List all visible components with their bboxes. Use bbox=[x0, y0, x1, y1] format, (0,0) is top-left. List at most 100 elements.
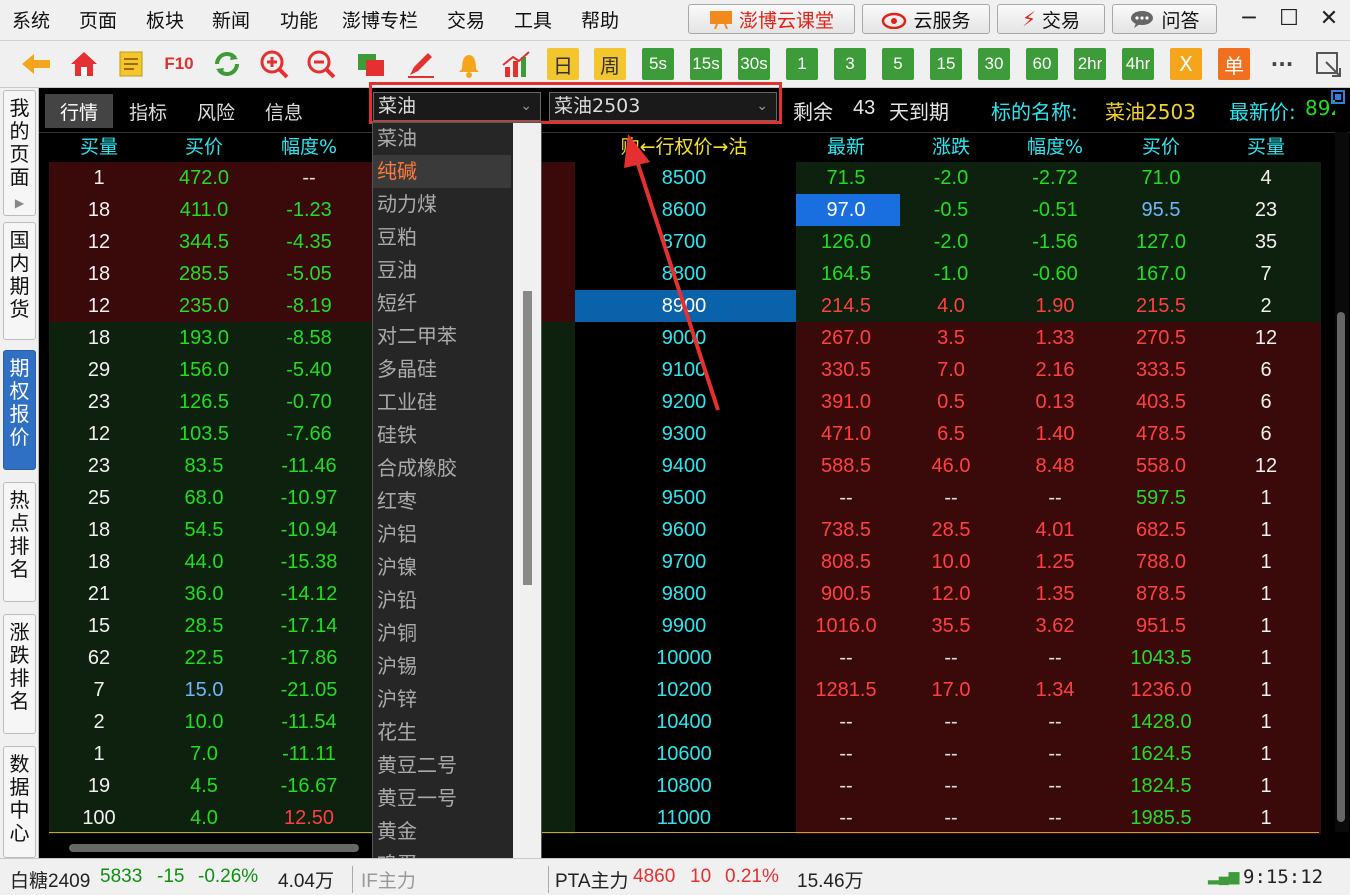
put-change-pct[interactable]: 3.62 bbox=[1005, 610, 1105, 642]
tab-change-ranking[interactable]: 涨跌排名 bbox=[3, 614, 36, 734]
put-bid-qty[interactable]: 1 bbox=[1216, 610, 1316, 642]
put-last[interactable]: 1016.0 bbox=[796, 610, 896, 642]
call-bid-price[interactable]: 10.0 bbox=[154, 706, 254, 738]
dropdown-item[interactable]: 硅铁 bbox=[377, 419, 511, 452]
call-bid-price[interactable]: 285.5 bbox=[154, 258, 254, 290]
put-change-pct[interactable]: -2.72 bbox=[1005, 162, 1105, 194]
window-icon[interactable] bbox=[355, 48, 387, 80]
put-bid-price[interactable]: 1624.5 bbox=[1109, 738, 1213, 770]
period-30s-button[interactable]: 30s bbox=[738, 48, 770, 80]
close-icon[interactable]: ✕ bbox=[1312, 4, 1346, 34]
put-bid-qty[interactable]: 23 bbox=[1216, 194, 1316, 226]
maximize-icon[interactable]: ☐ bbox=[1272, 4, 1306, 34]
dropdown-item[interactable]: 沪铜 bbox=[377, 617, 511, 650]
put-change[interactable]: 10.0 bbox=[901, 546, 1001, 578]
dropdown-item[interactable]: 红枣 bbox=[377, 485, 511, 518]
call-bid-qty[interactable]: 15 bbox=[49, 610, 149, 642]
put-last[interactable]: -- bbox=[796, 802, 896, 834]
strike-price[interactable]: 10000 bbox=[594, 642, 774, 674]
put-bid-price[interactable]: 270.5 bbox=[1109, 322, 1213, 354]
tab-my-page[interactable]: 我的页面 ▶ bbox=[3, 90, 36, 216]
put-change-pct[interactable]: 1.90 bbox=[1005, 290, 1105, 322]
put-change-pct[interactable]: 8.48 bbox=[1005, 450, 1105, 482]
refresh-icon[interactable] bbox=[211, 48, 243, 80]
call-bid-price[interactable]: 156.0 bbox=[154, 354, 254, 386]
tab-market[interactable]: 行情 bbox=[45, 94, 113, 128]
call-bid-qty[interactable]: 29 bbox=[49, 354, 149, 386]
put-last[interactable]: 1281.5 bbox=[796, 674, 896, 706]
period-week-button[interactable]: 周 bbox=[594, 48, 626, 80]
call-change-pct[interactable]: -1.23 bbox=[259, 194, 359, 226]
dropdown-item[interactable]: 豆粕 bbox=[377, 221, 511, 254]
put-change-pct[interactable]: 1.34 bbox=[1005, 674, 1105, 706]
call-bid-price[interactable]: 15.0 bbox=[154, 674, 254, 706]
trade-button[interactable]: ⚡ 交易 bbox=[997, 4, 1105, 34]
ticker-3-name[interactable]: PTA主力 bbox=[548, 866, 629, 893]
call-bid-price[interactable]: 36.0 bbox=[154, 578, 254, 610]
put-change[interactable]: 4.0 bbox=[901, 290, 1001, 322]
call-bid-price[interactable]: 472.0 bbox=[154, 162, 254, 194]
put-bid-qty[interactable]: 1 bbox=[1216, 642, 1316, 674]
put-change-pct[interactable]: -- bbox=[1005, 482, 1105, 514]
call-change-pct[interactable]: -17.14 bbox=[259, 610, 359, 642]
call-change-pct[interactable]: -11.54 bbox=[259, 706, 359, 738]
put-bid-price[interactable]: 333.5 bbox=[1109, 354, 1213, 386]
put-change[interactable]: -- bbox=[901, 802, 1001, 834]
tab-domestic-futures[interactable]: 国内期货 bbox=[3, 222, 36, 340]
put-bid-qty[interactable]: 1 bbox=[1216, 706, 1316, 738]
tab-hot-ranking[interactable]: 热点排名 bbox=[3, 482, 36, 602]
dropdown-item[interactable]: 沪锌 bbox=[377, 683, 511, 716]
zoom-in-icon[interactable] bbox=[258, 48, 290, 80]
class-button[interactable]: 澎博云课堂 bbox=[688, 4, 855, 34]
call-change-pct[interactable]: -10.97 bbox=[259, 482, 359, 514]
put-change[interactable]: 28.5 bbox=[901, 514, 1001, 546]
put-bid-price[interactable]: 1824.5 bbox=[1109, 770, 1213, 802]
dropdown-item[interactable]: 黄豆一号 bbox=[377, 782, 511, 815]
dropdown-item[interactable]: 短纤 bbox=[377, 287, 511, 320]
dropdown-scroll-thumb[interactable] bbox=[523, 291, 532, 585]
put-change[interactable]: 3.5 bbox=[901, 322, 1001, 354]
put-bid-price[interactable]: 478.5 bbox=[1109, 418, 1213, 450]
tab-indicators[interactable]: 指标 bbox=[115, 94, 181, 128]
tab-data-center[interactable]: 数据中心 bbox=[3, 746, 36, 858]
call-bid-price[interactable]: 235.0 bbox=[154, 290, 254, 322]
put-bid-qty[interactable]: 2 bbox=[1216, 290, 1316, 322]
put-bid-price[interactable]: 215.5 bbox=[1109, 290, 1213, 322]
call-change-pct[interactable]: -0.70 bbox=[259, 386, 359, 418]
call-change-pct[interactable]: -7.66 bbox=[259, 418, 359, 450]
strike-price[interactable]: 9500 bbox=[594, 482, 774, 514]
call-bid-qty[interactable]: 1 bbox=[49, 738, 149, 770]
pen-icon[interactable] bbox=[405, 48, 437, 80]
corner-box-icon[interactable] bbox=[1331, 90, 1345, 104]
tab-option-quotes[interactable]: 期权报价 bbox=[3, 350, 36, 470]
put-change-pct[interactable]: -0.51 bbox=[1005, 194, 1105, 226]
put-change-pct[interactable]: -- bbox=[1005, 738, 1105, 770]
put-last[interactable]: -- bbox=[796, 482, 896, 514]
put-bid-price[interactable]: 167.0 bbox=[1109, 258, 1213, 290]
dropdown-item[interactable]: 花生 bbox=[377, 716, 511, 749]
put-last[interactable]: -- bbox=[796, 738, 896, 770]
strike-price[interactable]: 9400 bbox=[594, 450, 774, 482]
call-bid-price[interactable]: 103.5 bbox=[154, 418, 254, 450]
call-change-pct[interactable]: -15.38 bbox=[259, 546, 359, 578]
dropdown-item[interactable]: 黄豆二号 bbox=[377, 749, 511, 782]
put-change-pct[interactable]: 0.13 bbox=[1005, 386, 1105, 418]
menu-help[interactable]: 帮助 bbox=[581, 6, 619, 33]
put-bid-price[interactable]: 127.0 bbox=[1109, 226, 1213, 258]
call-bid-price[interactable]: 22.5 bbox=[154, 642, 254, 674]
chart-up-icon[interactable] bbox=[500, 48, 532, 80]
call-change-pct[interactable]: -8.58 bbox=[259, 322, 359, 354]
put-change[interactable]: 12.0 bbox=[901, 578, 1001, 610]
put-last[interactable]: 330.5 bbox=[796, 354, 896, 386]
put-change-pct[interactable]: 1.33 bbox=[1005, 322, 1105, 354]
put-change[interactable]: -2.0 bbox=[901, 226, 1001, 258]
dropdown-item[interactable]: 黄金 bbox=[377, 815, 511, 848]
put-last[interactable]: 900.5 bbox=[796, 578, 896, 610]
put-bid-qty[interactable]: 7 bbox=[1216, 258, 1316, 290]
put-change-pct[interactable]: 1.40 bbox=[1005, 418, 1105, 450]
put-bid-price[interactable]: 558.0 bbox=[1109, 450, 1213, 482]
put-last[interactable]: 267.0 bbox=[796, 322, 896, 354]
put-bid-price[interactable]: 71.0 bbox=[1109, 162, 1213, 194]
call-bid-qty[interactable]: 23 bbox=[49, 450, 149, 482]
put-change[interactable]: -- bbox=[901, 706, 1001, 738]
